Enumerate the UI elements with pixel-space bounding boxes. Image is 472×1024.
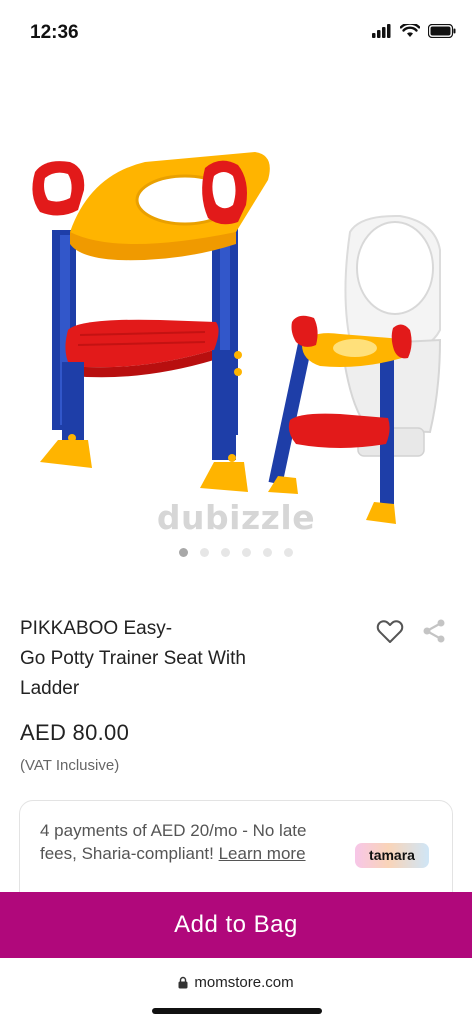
- dubizzle-watermark: dubizzle: [156, 498, 316, 537]
- carousel-dot[interactable]: [284, 548, 293, 557]
- signal-icon: [372, 24, 391, 38]
- carousel-dot[interactable]: [263, 548, 272, 557]
- product-title-line: Ladder: [20, 678, 80, 699]
- carousel-dot[interactable]: [200, 548, 209, 557]
- lock-icon: [178, 976, 188, 989]
- potty-trainer-illustration: [32, 152, 442, 524]
- carousel-dot[interactable]: [221, 548, 230, 557]
- battery-icon: [428, 24, 456, 38]
- learn-more-link[interactable]: Learn more: [219, 844, 306, 863]
- small-ladder-graphic: [268, 315, 412, 524]
- add-to-bag-button[interactable]: Add to Bag: [0, 892, 472, 958]
- carousel-dot[interactable]: [242, 548, 251, 557]
- carousel-dot[interactable]: [179, 548, 188, 557]
- wifi-icon: [400, 24, 420, 37]
- vat-note: (VAT Inclusive): [20, 757, 120, 774]
- product-title-line: Go Potty Trainer Seat With: [20, 648, 246, 669]
- product-price: AED 80.00: [20, 720, 130, 745]
- url-display: momstore.com: [0, 974, 472, 991]
- product-title-line: PIKKABOO Easy-: [20, 618, 173, 639]
- status-time: 12:36: [30, 22, 79, 43]
- installment-text: 4 payments of AED 20/mo - No late fees, …: [40, 819, 340, 865]
- share-button[interactable]: [421, 618, 447, 644]
- big-ladder-graphic: [32, 152, 270, 492]
- carousel-dots: [0, 548, 472, 557]
- product-title: PIKKABOO Easy- Go Potty Trainer Seat Wit…: [20, 614, 340, 704]
- home-indicator[interactable]: [152, 1008, 322, 1014]
- status-bar: 12:36: [0, 0, 472, 68]
- heart-icon: [376, 620, 404, 643]
- url-text: momstore.com: [194, 974, 294, 991]
- tamara-logo: tamara: [355, 843, 429, 868]
- favorite-button[interactable]: [376, 618, 404, 644]
- browser-url-bar[interactable]: momstore.com: [0, 958, 472, 1024]
- product-image[interactable]: dubizzle: [0, 80, 472, 540]
- share-icon: [423, 619, 445, 643]
- status-icons: [372, 24, 456, 38]
